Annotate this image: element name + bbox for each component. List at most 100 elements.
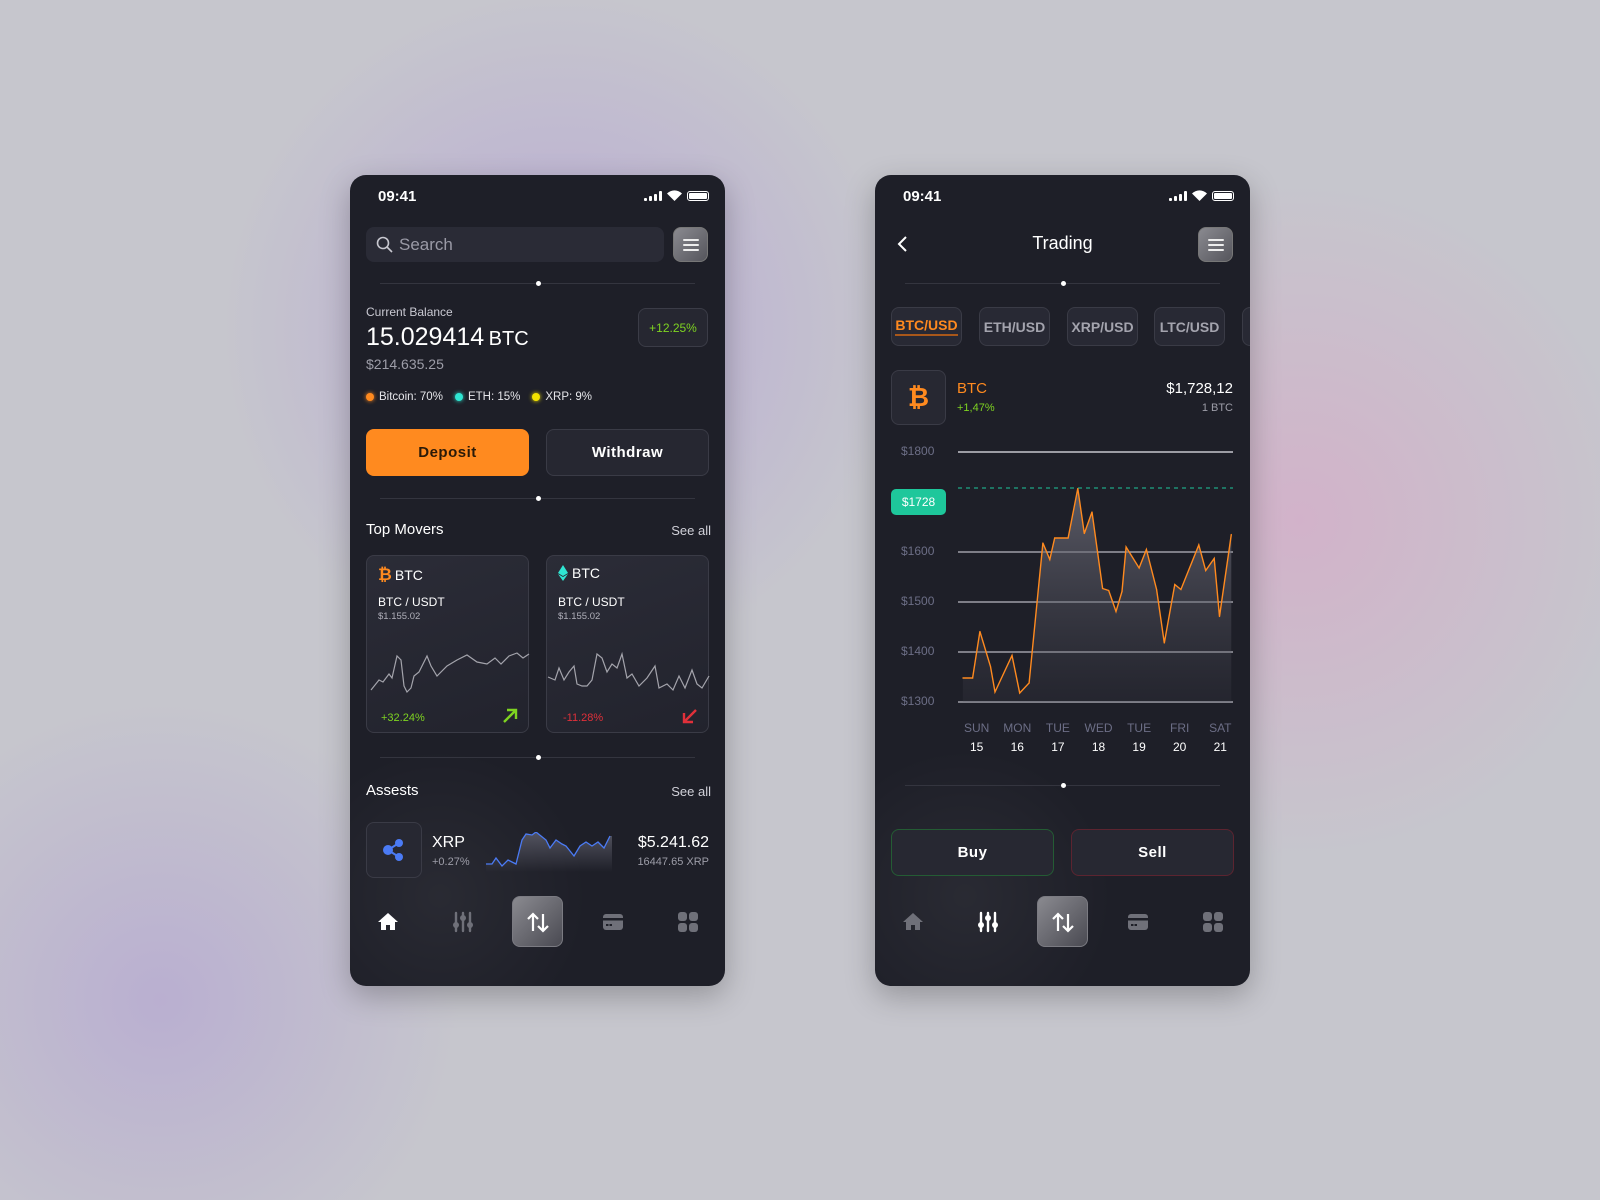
divider: [905, 783, 1220, 788]
allocation-label: XRP: 9%: [545, 391, 593, 403]
asset-row[interactable]: XRP +0.27% $5.241.62 16447.65 XRP: [366, 822, 709, 878]
search-icon: [376, 236, 393, 253]
mover-card[interactable]: ₿ BTC BTC / USDT $1.155.02 +32.24%: [366, 555, 530, 733]
top-movers-see-all[interactable]: See all: [671, 523, 711, 538]
mover-change: -11.28%: [563, 712, 604, 724]
bottom-nav: [875, 896, 1250, 947]
asset-value: $5.241.62: [637, 834, 709, 851]
divider: [905, 281, 1220, 286]
assets-see-all[interactable]: See all: [671, 784, 711, 799]
trading-screen: 09:41 Trading BTC/USD ETH/USD XRP/USD LTC/U…: [875, 175, 1250, 986]
data-point: [972, 677, 974, 679]
tab-more[interactable]: [1242, 307, 1250, 346]
tab-btc-usd[interactable]: BTC/USD: [891, 307, 962, 346]
nav-home[interactable]: [362, 896, 413, 947]
chart-area: [962, 488, 1232, 702]
data-point: [979, 630, 981, 633]
tab-label: XRP/USD: [1071, 318, 1134, 335]
ethereum-icon: [558, 565, 568, 581]
data-point: [1180, 588, 1182, 591]
data-point: [1028, 682, 1030, 684]
x-tick-day: TUE: [1045, 721, 1070, 735]
nav-grid[interactable]: [1187, 896, 1238, 947]
sliders-icon: [977, 911, 998, 932]
data-point: [1174, 583, 1176, 586]
asset-name: XRP: [432, 834, 465, 851]
mover-sparkline: [370, 652, 530, 694]
data-point: [1145, 548, 1148, 551]
search-input[interactable]: Search: [366, 227, 664, 262]
nav-exchange[interactable]: [512, 896, 563, 947]
status-icons: [644, 190, 709, 201]
bitcoin-icon: ₿: [891, 370, 946, 425]
mover-card[interactable]: BTC BTC / USDT $1.155.02 -11.28%: [546, 555, 710, 733]
withdraw-button[interactable]: Withdraw: [546, 429, 709, 476]
bitcoin-icon: ₿: [378, 565, 392, 584]
allocation-item: XRP: 9%: [532, 391, 592, 403]
battery-icon: [1212, 190, 1234, 201]
data-point: [1230, 533, 1232, 536]
data-point: [994, 691, 996, 693]
home-icon: [377, 912, 398, 930]
x-tick-day: MON: [1003, 721, 1032, 735]
x-tick-day: SAT: [1209, 721, 1232, 735]
mover-coin: BTC: [394, 567, 423, 583]
nav-grid[interactable]: [662, 896, 713, 947]
data-point: [1138, 567, 1140, 569]
sell-button[interactable]: Sell: [1071, 829, 1234, 876]
data-point: [1019, 692, 1021, 694]
nav-sliders[interactable]: [962, 896, 1013, 947]
battery-icon: [687, 190, 709, 201]
balance-change-badge: +12.25%: [638, 308, 708, 347]
data-point: [1125, 546, 1127, 548]
sliders-icon: [452, 911, 473, 932]
data-point: [1213, 557, 1215, 560]
data-point: [1101, 587, 1104, 590]
wifi-icon: [667, 190, 682, 201]
tab-eth-usd[interactable]: ETH/USD: [979, 307, 1050, 346]
exchange-icon: [1051, 911, 1074, 933]
wifi-icon: [1192, 190, 1207, 201]
current-price-badge: $1728: [891, 489, 946, 515]
data-point: [1077, 487, 1079, 490]
x-tick-day: TUE: [1127, 721, 1152, 735]
data-point: [1218, 615, 1221, 618]
nav-exchange[interactable]: [1037, 896, 1088, 947]
balance-amount: 15.029414 BTC: [366, 323, 529, 352]
nav-sliders[interactable]: [437, 896, 488, 947]
grid-icon: [677, 911, 698, 932]
x-tick-date: 15: [970, 740, 984, 754]
card-icon: [602, 913, 623, 930]
mover-coin: BTC: [572, 565, 600, 581]
balance-usd: $214.635.25: [366, 356, 444, 372]
data-point: [962, 677, 964, 679]
tab-label: ETH/USD: [983, 318, 1046, 335]
deposit-button[interactable]: Deposit: [366, 429, 529, 476]
menu-button[interactable]: [673, 227, 708, 262]
status-time: 09:41: [378, 188, 417, 205]
nav-card[interactable]: [587, 896, 638, 947]
exchange-icon: [526, 911, 549, 933]
tab-ltc-usd[interactable]: LTC/USD: [1154, 307, 1225, 346]
data-point: [1108, 589, 1110, 592]
x-tick-date: 17: [1051, 740, 1065, 754]
asset-amount: 16447.65 XRP: [637, 856, 709, 868]
divider: [380, 755, 695, 760]
data-point: [1205, 569, 1207, 572]
divider: [380, 496, 695, 501]
legend-dot: [532, 393, 541, 401]
data-point: [1155, 588, 1158, 591]
signal-icon: [1169, 190, 1187, 201]
menu-button[interactable]: [1198, 227, 1233, 262]
search-placeholder: Search: [399, 234, 453, 254]
allocation-item: Bitcoin: 70%: [366, 391, 443, 403]
page-title: Trading: [1032, 233, 1093, 253]
x-tick-date: 19: [1132, 740, 1146, 754]
balance-unit: BTC: [488, 328, 529, 350]
nav-card[interactable]: [1112, 896, 1163, 947]
buy-button[interactable]: Buy: [891, 829, 1054, 876]
x-tick-date: 16: [1010, 740, 1024, 754]
nav-home[interactable]: [887, 896, 938, 947]
y-tick-label: $1300: [901, 694, 935, 708]
tab-xrp-usd[interactable]: XRP/USD: [1067, 307, 1138, 346]
